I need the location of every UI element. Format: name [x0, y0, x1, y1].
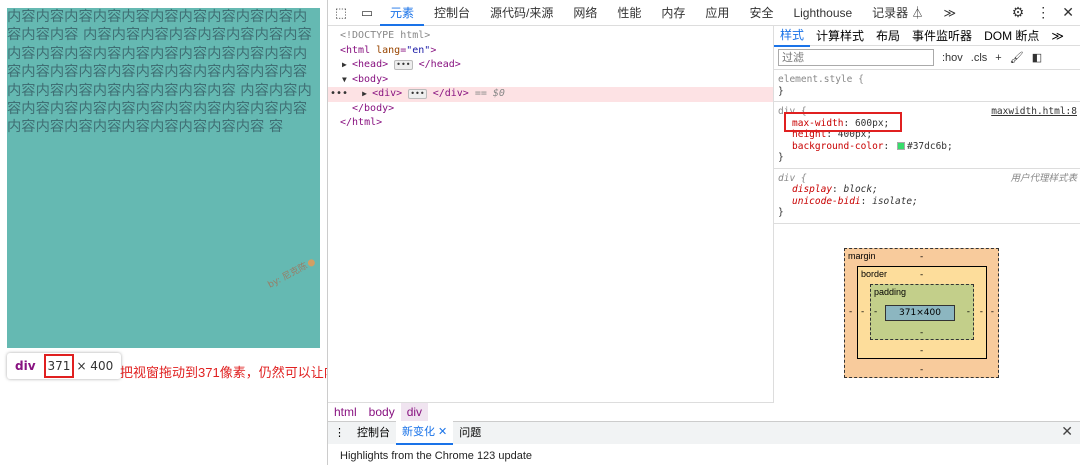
tooltip-height: × 400: [76, 359, 114, 373]
tab-security[interactable]: 安全: [739, 0, 783, 26]
more-tabs-button[interactable]: ≫: [934, 0, 967, 26]
close-drawer-icon[interactable]: ✕: [1061, 424, 1073, 440]
tab-elements[interactable]: 元素: [380, 0, 425, 26]
tab-application[interactable]: 应用: [695, 0, 739, 26]
drawer-tab-whats-new[interactable]: 新变化 ✕: [396, 421, 454, 445]
styles-filter-input[interactable]: [778, 49, 934, 66]
settings-gear-icon[interactable]: ⚙: [1006, 4, 1031, 21]
max-width-highlight: [784, 112, 902, 132]
styles-pane: 样式 计算样式 布局 事件监听器 DOM 断点 ≫ :hov .cls + 🖌 …: [774, 26, 1080, 421]
sidebar-toggle-icon[interactable]: ◧: [1032, 51, 1042, 64]
breadcrumb: html body div: [328, 402, 774, 421]
dollar-zero: == $0: [474, 88, 505, 99]
code-line-html-open[interactable]: <html lang="en">: [340, 44, 773, 59]
paint-icon[interactable]: 🖌: [1010, 51, 1024, 64]
tab-memory[interactable]: 内存: [651, 0, 695, 26]
devtools-tabbar: ⬚ ▭ 元素 控制台 源代码/来源 网络 性能 内存 应用 安全 Lightho…: [328, 0, 1080, 26]
subtab-styles[interactable]: 样式: [774, 25, 811, 47]
subtab-dom-breakpoints[interactable]: DOM 断点: [978, 26, 1045, 46]
code-line-head[interactable]: ▶ <head> ••• </head>: [340, 58, 773, 73]
device-toolbar-icon[interactable]: ▭: [354, 5, 380, 21]
more-options-icon[interactable]: ⋮: [1030, 4, 1056, 21]
new-rule-icon[interactable]: +: [995, 52, 1001, 64]
box-model-margin[interactable]: margin - - - - border - - - - padding - …: [844, 248, 999, 378]
screen: 内容内容内容内容内容内容内容内容内容内容内容内容内容 内容内容内容内容内容内容内…: [0, 0, 1080, 465]
ua-style-rule: div { 用户代理样式表 display: block; unicode-bi…: [774, 169, 1080, 224]
rule-source-link[interactable]: maxwidth.html:8: [991, 106, 1077, 118]
breadcrumb-div[interactable]: div: [400, 403, 429, 421]
tabbar-right-controls: ⚙ ⋮ ✕: [1006, 4, 1080, 21]
viewport-content-text: 内容内容内容内容内容内容内容内容内容内容内容内容内容 内容内容内容内容内容内容内…: [7, 9, 312, 136]
tab-network[interactable]: 网络: [563, 0, 607, 26]
prop-display[interactable]: display: block;: [778, 184, 1077, 196]
color-swatch[interactable]: [896, 141, 905, 150]
subtab-layout[interactable]: 布局: [870, 26, 906, 46]
drawer-tab-console[interactable]: 控制台: [351, 422, 396, 444]
subtab-more[interactable]: ≫: [1045, 26, 1070, 46]
breadcrumb-body[interactable]: body: [363, 403, 401, 421]
tooltip-width-highlight: 371: [43, 354, 75, 378]
watermark: by: 尼克陈: [265, 254, 317, 291]
drawer-tabs: ⋮ 控制台 新变化 ✕ 问题: [328, 421, 1080, 445]
tab-recorder[interactable]: 记录器 ⏃: [862, 0, 933, 26]
ua-source-label: 用户代理样式表: [1010, 172, 1077, 184]
styles-subtabs: 样式 计算样式 布局 事件监听器 DOM 断点 ≫: [774, 25, 1080, 47]
whats-new-text: Highlights from the Chrome 123 update: [340, 450, 532, 462]
close-devtools-icon[interactable]: ✕: [1056, 4, 1080, 21]
subtab-event-listeners[interactable]: 事件监听器: [906, 26, 978, 46]
box-model-padding[interactable]: padding - - - 371×400: [870, 284, 974, 340]
element-size-tooltip: div 371 × 400: [7, 353, 122, 379]
inspect-icon[interactable]: ⬚: [328, 5, 354, 21]
code-line-html-close[interactable]: </html>: [340, 116, 773, 131]
div-style-rule: div { maxwidth.html:8 max-width: 600px; …: [774, 102, 1080, 169]
styles-filter-row: :hov .cls + 🖌 ◧: [774, 46, 1080, 70]
hov-toggle[interactable]: :hov: [942, 52, 963, 64]
devtools-panel: ⬚ ▭ 元素 控制台 源代码/来源 网络 性能 内存 应用 安全 Lightho…: [327, 0, 1080, 465]
subtab-computed[interactable]: 计算样式: [810, 26, 870, 46]
elements-tree: <!DOCTYPE html> <html lang="en"> ▶ <head>…: [328, 26, 774, 402]
prop-unicode-bidi[interactable]: unicode-bidi: isolate;: [778, 196, 1077, 208]
devtools-drawer: ⋮ 控制台 新变化 ✕ 问题 ✕ Highlights from the Chr…: [328, 421, 1080, 465]
code-line-body-close[interactable]: </body>: [340, 102, 773, 117]
tab-performance[interactable]: 性能: [607, 0, 651, 26]
code-line-body-open[interactable]: ▼ <body>: [340, 73, 773, 88]
tab-lighthouse[interactable]: Lighthouse: [783, 0, 862, 26]
breadcrumb-html[interactable]: html: [328, 403, 363, 421]
tab-console[interactable]: 控制台: [424, 0, 480, 26]
box-model-border[interactable]: border - - - - padding - - - 371×400: [857, 266, 987, 359]
drawer-menu-icon[interactable]: ⋮: [328, 422, 351, 444]
element-style-rule: element.style { }: [774, 70, 1080, 102]
cls-toggle[interactable]: .cls: [971, 52, 988, 64]
code-line-doctype[interactable]: <!DOCTYPE html>: [340, 29, 773, 44]
tab-sources[interactable]: 源代码/来源: [480, 0, 563, 26]
prop-background-color[interactable]: background-color: #37dc6b;: [778, 141, 1077, 153]
drawer-tab-issues[interactable]: 问题: [453, 422, 487, 444]
tooltip-tag: div: [15, 359, 36, 373]
code-line-div-selected[interactable]: ••• ▶ <div> ••• </div> == $0: [328, 87, 773, 102]
box-model-content[interactable]: 371×400: [885, 305, 955, 321]
page-viewport: 内容内容内容内容内容内容内容内容内容内容内容内容内容 内容内容内容内容内容内容内…: [7, 8, 320, 348]
